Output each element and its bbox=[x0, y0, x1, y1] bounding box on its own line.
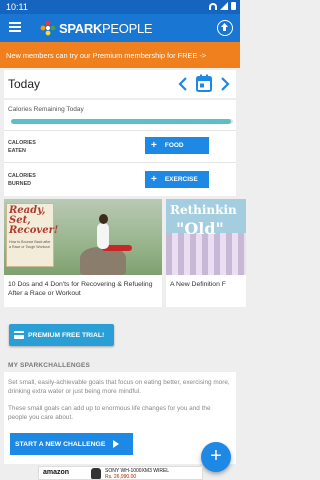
battery-icon bbox=[231, 2, 236, 10]
article-title: 10 Dos and 4 Don'ts for Recovering & Ref… bbox=[8, 281, 153, 297]
article-image-sign: Ready, Set, Recover! How to Bounce Back … bbox=[6, 203, 58, 267]
date-card: Today bbox=[4, 70, 236, 98]
article-title: A New Definition F bbox=[170, 281, 226, 288]
wifi-icon bbox=[209, 2, 217, 10]
credit-card-icon bbox=[14, 331, 24, 339]
challenges-description-2: These small goals can add up to enormous… bbox=[8, 405, 211, 421]
start-challenge-label: START A NEW CHALLENGE bbox=[15, 440, 106, 448]
calendar-icon[interactable] bbox=[196, 74, 212, 92]
plus-icon: + bbox=[151, 139, 157, 151]
divider bbox=[4, 162, 236, 163]
calories-remaining-label: Calories Remaining Today bbox=[8, 106, 84, 113]
play-icon bbox=[113, 440, 120, 448]
add-exercise-button[interactable]: + EXERCISE bbox=[145, 171, 209, 188]
status-bar: 10:11 bbox=[0, 0, 240, 14]
premium-button-label: PREMIUM FREE TRIAL! bbox=[28, 331, 105, 339]
exercise-button-label: EXERCISE bbox=[164, 176, 198, 183]
divider bbox=[4, 130, 236, 131]
signal-icon bbox=[220, 2, 228, 10]
spark-logo-icon bbox=[40, 20, 56, 36]
add-fab-button[interactable]: + bbox=[201, 442, 231, 472]
upload-icon[interactable] bbox=[217, 20, 233, 36]
ad-product-image bbox=[91, 468, 101, 479]
articles-carousel[interactable]: Ready, Set, Recover! How to Bounce Back … bbox=[4, 199, 246, 307]
status-icons bbox=[209, 2, 236, 10]
challenges-description: Set small, easily-achievable goals that … bbox=[8, 379, 230, 395]
hamburger-icon[interactable] bbox=[9, 22, 21, 32]
calories-progress-bar bbox=[11, 119, 233, 124]
calories-card: Calories Remaining Today CALORIES EATEN … bbox=[4, 100, 236, 196]
status-time: 10:11 bbox=[6, 2, 28, 12]
app-bar: SPARKPEOPLE bbox=[0, 14, 240, 42]
article-image: Rethinkin "Old" bbox=[166, 199, 246, 275]
calories-progress-fill bbox=[11, 119, 231, 124]
date-label: Today bbox=[8, 77, 41, 91]
calories-burned-label: CALORIES BURNED bbox=[8, 173, 36, 187]
start-challenge-button[interactable]: START A NEW CHALLENGE bbox=[10, 433, 133, 455]
brand-name: SPARKPEOPLE bbox=[59, 20, 153, 36]
promo-text: New members can try our Premium membersh… bbox=[6, 51, 207, 60]
premium-free-trial-button[interactable]: PREMIUM FREE TRIAL! bbox=[9, 324, 114, 346]
premium-promo-banner[interactable]: New members can try our Premium membersh… bbox=[0, 42, 240, 68]
chevron-right-icon[interactable] bbox=[218, 75, 232, 93]
article-card[interactable]: Ready, Set, Recover! How to Bounce Back … bbox=[4, 199, 162, 307]
ad-banner[interactable]: amazon SONY WH-1000XM3 WIREL Rs. 26,990.… bbox=[38, 466, 203, 480]
add-food-button[interactable]: + FOOD bbox=[145, 137, 209, 154]
calories-eaten-label: CALORIES EATEN bbox=[8, 140, 36, 154]
plus-icon: + bbox=[151, 173, 157, 185]
chevron-left-icon[interactable] bbox=[176, 75, 190, 93]
ad-price: Rs. 26,990.00 bbox=[105, 474, 137, 480]
app-logo: SPARKPEOPLE bbox=[40, 20, 153, 36]
article-image: Ready, Set, Recover! How to Bounce Back … bbox=[4, 199, 162, 275]
challenges-header: MY SPARKCHALLENGES bbox=[8, 362, 91, 369]
article-card[interactable]: Rethinkin "Old" A New Definition F bbox=[166, 199, 246, 307]
ad-logo: amazon bbox=[43, 469, 70, 476]
food-button-label: FOOD bbox=[164, 142, 184, 149]
